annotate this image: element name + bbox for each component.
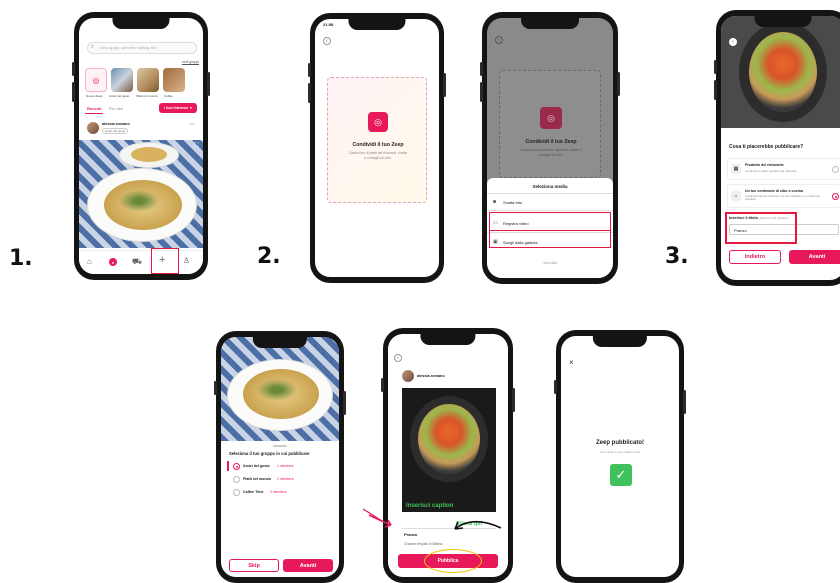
option1-desc: Condividi un piatto specifico del ristor…	[745, 169, 797, 173]
option-own-content[interactable]: ⌂ Un tuo contenuto di cibo o cucina Cond…	[727, 184, 840, 208]
group-name-0[interactable]: Amici del gusto	[243, 464, 270, 468]
camera-icon: ◎	[92, 75, 100, 85]
step-number-2: 2.	[257, 244, 281, 269]
phone-share-zeep: 21:58 ‹ ◎ Condividi il tuo Zeep Carica f…	[308, 13, 446, 283]
selected-photo-salad	[721, 16, 840, 128]
option2-title: Un tuo contenuto di cibo o cucina	[745, 189, 803, 193]
phone-publish-type: ‹ Cosa ti piacerebbe pubblicare? ▦ Prodo…	[714, 10, 840, 286]
publish-question: Cosa ti piacerebbe pubblicare?	[729, 144, 804, 150]
tutorial-canvas: 1. 2. 3. ⌕ Cerca gruppi, username, hasht…	[0, 0, 840, 583]
close-icon[interactable]: ×	[569, 358, 574, 367]
expand-icon[interactable]: ⛶	[195, 143, 199, 150]
option2-desc: Condividi una tua creazione, un tuo cons…	[745, 194, 820, 202]
group-name-1[interactable]: Piatti nel mondo	[243, 477, 271, 481]
search-input[interactable]: ⌕ Cerca gruppi, username, hashtag, titol…	[87, 42, 197, 54]
food-icon: ⌂	[731, 191, 741, 201]
group-label-2: Piatti nel mondo	[136, 94, 158, 98]
share-title: Condividi il tuo Zeep	[352, 142, 404, 148]
bottom-nav: ⌂ ● ⛟ + ♙	[79, 250, 203, 274]
group-tile-piatti[interactable]	[137, 68, 159, 92]
option2-radio[interactable]	[832, 193, 839, 200]
upload-area[interactable]: ◎ Condividi il tuo Zeep Carica foto di p…	[327, 77, 427, 203]
post-image-salad	[402, 388, 496, 490]
group-tile-coffee[interactable]	[163, 68, 185, 92]
published-title: Zeep pubblicato!	[596, 440, 644, 446]
avatar[interactable]	[87, 122, 99, 134]
phone-publish: ‹ alessia.romano Inserisci caption Clicc…	[362, 328, 515, 583]
share-screen: 21:58 ‹ ◎ Condividi il tuo Zeep Carica f…	[315, 19, 439, 277]
group-label-0: Nuovo Zeep	[86, 94, 103, 98]
option1-radio[interactable]	[832, 166, 839, 173]
upload-area-dimmed: ◎ Condividi il tuo Zeep Carica foto di p…	[499, 70, 601, 178]
back-icon[interactable]: ‹	[729, 38, 737, 46]
camera-icon: ◎	[368, 112, 388, 132]
take-photo-option[interactable]: Scatta foto	[503, 200, 522, 205]
back-icon[interactable]: ‹	[394, 354, 402, 362]
next-button[interactable]: Avanti	[283, 559, 333, 572]
highlight-add-post	[151, 248, 179, 274]
home-screen: ⌕ Cerca gruppi, username, hashtag, titol…	[79, 18, 203, 274]
share-description: Carica foto di piatti dei ristoranti, ri…	[348, 151, 408, 160]
post-group-tag[interactable]: Amici del gusto	[102, 128, 129, 134]
group-radio-0[interactable]	[233, 463, 240, 470]
post-username: alessia.romano	[417, 374, 445, 378]
option1-title: Prodotto del ristorante	[745, 163, 784, 167]
publish-type-screen: ‹ Cosa ti piacerebbe pubblicare? ▦ Prodo…	[721, 16, 840, 280]
chevron-down-icon: ▾	[189, 106, 192, 110]
cancel-button[interactable]: Annulla	[487, 260, 613, 265]
published-subtitle: Il tuo Zeep è ora visibile a tutti	[600, 450, 640, 454]
select-media-screen: ‹ ◎ Condividi il tuo Zeep Carica foto di…	[487, 18, 613, 278]
back-icon[interactable]: ‹	[323, 37, 331, 45]
annotation-arrows	[362, 508, 502, 530]
camera-icon: ◎	[540, 107, 562, 129]
group-name-2[interactable]: Coffee Time	[243, 490, 264, 494]
back-button[interactable]: Indietro	[729, 250, 781, 264]
see-all-groups-link[interactable]: vedi gruppi	[182, 60, 199, 64]
phone-select-media: ‹ ◎ Condividi il tuo Zeep Carica foto di…	[480, 12, 620, 284]
post-username[interactable]: alessia.romano	[102, 122, 130, 126]
group-members-2: 3 members	[270, 490, 287, 494]
select-group-screen: Seleziona il tuo gruppo in cui pubblicar…	[221, 337, 339, 577]
phone-home-feed: ⌕ Cerca gruppi, username, hashtag, titol…	[72, 12, 210, 280]
phone-published: × Zeep pubblicato! Il tuo Zeep è ora vis…	[554, 330, 686, 583]
highlight-title-input	[725, 212, 797, 244]
group-tile-amici[interactable]	[111, 68, 133, 92]
new-zeep-tile[interactable]: ◎	[85, 68, 107, 92]
select-group-title: Seleziona il tuo gruppo in cui pubblicar…	[229, 451, 310, 456]
option-restaurant-product[interactable]: ▦ Prodotto del ristorante Condividi un p…	[727, 158, 840, 180]
selected-photo-pasta	[221, 337, 339, 441]
share-title: Condividi il tuo Zeep	[525, 139, 577, 145]
cart-icon[interactable]: ⛟	[132, 257, 142, 267]
status-time: 21:58	[323, 22, 334, 27]
skip-button[interactable]: Skip	[229, 559, 279, 572]
interests-filter-button[interactable]: I tuoi interessi ▾	[159, 103, 197, 113]
step-number-3: 3.	[665, 244, 689, 269]
tab-recenti[interactable]: Recenti	[87, 106, 101, 111]
group-label-1: Amici del gusto	[109, 94, 130, 98]
store-icon: ▦	[731, 164, 741, 174]
group-radio-2[interactable]	[233, 489, 240, 496]
back-icon[interactable]: ‹	[495, 36, 503, 44]
profile-icon[interactable]: ♙	[183, 256, 190, 265]
sheet-title: Seleziona media	[532, 184, 568, 189]
search-placeholder: Cerca gruppi, username, hashtag, titoli	[100, 46, 157, 50]
group-label-3: Coffee	[164, 94, 173, 98]
avatar[interactable]	[402, 370, 414, 382]
share-description: Carica foto di piatti dei ristoranti, ri…	[520, 148, 582, 157]
tab-piu-visti[interactable]: Più visti	[109, 106, 123, 111]
phone-select-group: Seleziona il tuo gruppo in cui pubblicar…	[214, 331, 346, 583]
search-icon: ⌕	[91, 44, 95, 50]
group-members-1: 2 members	[277, 477, 294, 481]
post-image[interactable]: ⛶	[79, 140, 203, 248]
home-icon[interactable]: ⌂	[87, 257, 92, 266]
group-radio-1[interactable]	[233, 476, 240, 483]
group-members-0: 1 members	[277, 464, 294, 468]
published-screen: × Zeep pubblicato! Il tuo Zeep è ora vis…	[561, 336, 679, 577]
zeep-icon[interactable]: ●	[109, 258, 117, 266]
more-options-icon[interactable]: ⋯	[189, 121, 195, 128]
camera-small-icon: ◙	[493, 199, 497, 205]
next-button[interactable]: Avanti	[789, 250, 840, 264]
success-check-icon: ✓	[610, 464, 632, 486]
step-number-1: 1.	[9, 246, 33, 271]
